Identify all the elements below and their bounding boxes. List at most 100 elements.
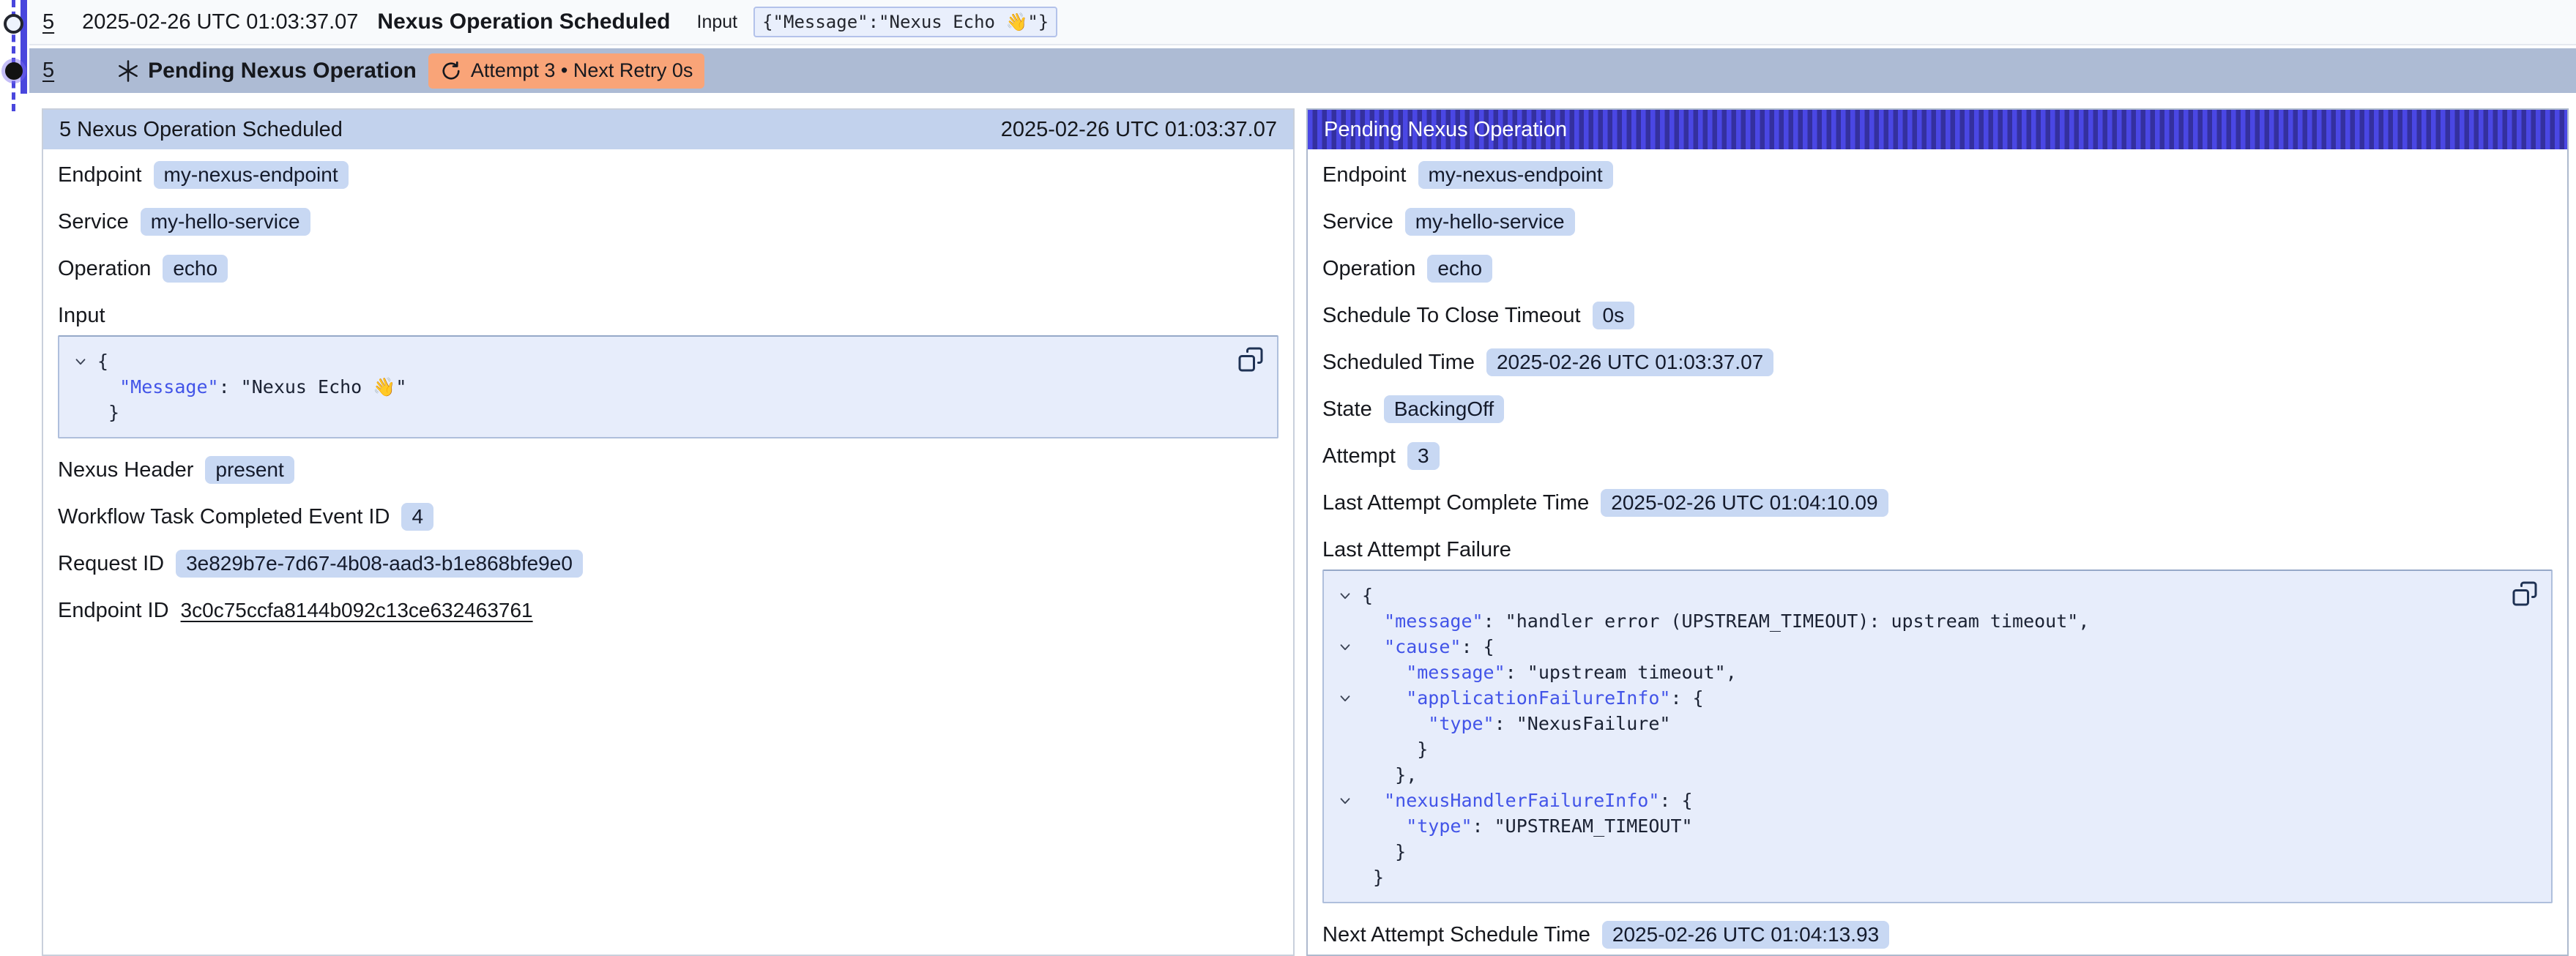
json-text: "message": "upstream timeout", [1362,660,1737,685]
gutter-spacer [1337,736,1362,762]
detail-field-row: Servicemy-hello-service [58,208,1278,236]
field-value-badge: present [205,456,294,484]
endpoint-id-link[interactable]: 3c0c75ccfa8144b092c13ce632463761 [181,599,533,622]
json-viewer: {"Message": "Nexus Echo 👋"} [58,335,1278,438]
detail-field-row: Servicemy-hello-service [1322,208,2553,236]
json-key: "applicationFailureInfo" [1406,687,1670,709]
json-viewer: {"message": "handler error (UPSTREAM_TIM… [1322,570,2553,903]
collapse-chevron-icon[interactable] [1337,583,1362,608]
gutter-spacer [1337,864,1362,890]
json-text: { [1362,583,1373,608]
json-line: "cause": { [1337,634,2538,660]
detail-field-row: Operation echo [58,255,1278,283]
field-label: Request ID [58,552,164,576]
timeline-node-scheduled [4,14,23,34]
detail-field-row: Next Attempt Schedule Time 2025-02-26 UTC… [1322,921,2553,949]
json-key: "nexusHandlerFailureInfo" [1384,790,1659,811]
detail-field-row: Scheduled Time 2025-02-26 UTC 01:03:37.07 [1322,348,2553,376]
field-label: Operation [58,257,151,281]
json-text: "applicationFailureInfo": { [1362,685,1704,711]
detail-field-row: Input [58,302,1278,329]
gutter-spacer [72,374,97,400]
field-label: Endpoint ID [58,599,169,623]
field-label: Workflow Task Completed Event ID [58,505,390,529]
timeline-node-pending [5,62,23,80]
field-label: Attempt [1322,444,1396,468]
detail-field-row: Endpoint my-nexus-endpoint [1322,161,2553,189]
retry-badge-text: Attempt 3 • Next Retry 0s [471,59,693,82]
json-text: "nexusHandlerFailureInfo": { [1362,788,1693,813]
json-line: "Message": "Nexus Echo 👋" [72,374,1264,400]
field-value-badge: BackingOff [1384,395,1504,423]
field-label: Last Attempt Failure [1322,538,1511,562]
json-line: "nexusHandlerFailureInfo": { [1337,788,2538,813]
event-title: Nexus Operation Scheduled [377,10,670,34]
event-history-row[interactable]: 5 2025-02-26 UTC 01:03:37.07 Nexus Opera… [29,0,2576,45]
field-value-badge: my-hello-service [141,208,310,236]
json-line: { [72,348,1264,374]
retry-icon [440,60,462,82]
event-detail-header: 5 Nexus Operation Scheduled 2025-02-26 U… [43,110,1293,149]
json-text: } [1362,864,1384,890]
field-label: Service [1322,210,1393,234]
detail-field-row: Last Attempt Complete Time 2025-02-26 UTC… [1322,489,2553,517]
field-value-badge: 4 [401,503,433,531]
gutter-spacer [1337,660,1362,685]
field-label: Last Attempt Complete Time [1322,491,1589,515]
field-value-badge: 2025-02-26 UTC 01:04:10.09 [1601,489,1888,517]
detail-field-row: Request ID 3e829b7e-7d67-4b08-aad3-b1e868… [58,550,1278,578]
timeline-active-bar [21,0,27,94]
json-key: "type" [1406,815,1472,837]
gutter-spacer [1337,813,1362,839]
field-label: Schedule To Close Timeout [1322,304,1581,328]
collapse-chevron-icon[interactable] [1337,634,1362,660]
detail-field-row: Last Attempt Failure [1322,536,2553,564]
field-value-badge: 2025-02-26 UTC 01:04:13.93 [1602,921,1889,949]
gutter-spacer [1337,762,1362,788]
gutter-spacer [72,400,97,425]
event-input-preview-chip: {"Message":"Nexus Echo 👋"} [753,7,1057,37]
collapse-chevron-icon[interactable] [72,348,97,374]
collapse-chevron-icon[interactable] [1337,685,1362,711]
field-label: Next Attempt Schedule Time [1322,923,1590,947]
pending-detail-fields: Endpoint my-nexus-endpoint Servicemy-hello… [1308,149,2567,949]
field-label: Operation [1322,257,1415,281]
json-line: } [1337,736,2538,762]
json-line: } [1337,864,2538,890]
detail-field-row: Schedule To Close Timeout 0s [1322,302,2553,329]
pending-title: Pending Nexus Operation [148,59,417,83]
json-line: "applicationFailureInfo": { [1337,685,2538,711]
pending-event-id-link[interactable]: 5 [42,59,54,83]
event-detail-panel: 5 Nexus Operation Scheduled 2025-02-26 U… [42,108,1295,956]
field-value-badge: 2025-02-26 UTC 01:03:37.07 [1486,348,1773,376]
json-line: "type": "UPSTREAM_TIMEOUT" [1337,813,2538,839]
field-label: Endpoint [1322,163,1407,187]
event-id-link[interactable]: 5 [42,10,54,34]
field-value-badge: 0s [1593,302,1635,329]
pending-detail-header: Pending Nexus Operation [1308,110,2567,149]
json-key: "message" [1384,610,1483,632]
collapse-chevron-icon[interactable] [1337,788,1362,813]
field-value-badge: echo [163,255,228,283]
pending-asterisk-icon [116,59,141,83]
json-text: } [1362,839,1406,864]
json-line: "message": "upstream timeout", [1337,660,2538,685]
field-value-badge: 3e829b7e-7d67-4b08-aad3-b1e868bfe9e0 [176,550,583,578]
json-line: }, [1337,762,2538,788]
retry-status-badge: Attempt 3 • Next Retry 0s [428,53,705,89]
event-detail-header-title: 5 Nexus Operation Scheduled [59,118,343,142]
field-label: Scheduled Time [1322,351,1475,375]
field-label: Input [58,304,105,328]
copy-icon[interactable] [1236,346,1265,375]
detail-field-row: Operationecho [1322,255,2553,283]
field-value-badge: my-nexus-endpoint [1418,161,1613,189]
field-label: State [1322,397,1372,422]
pending-operation-row[interactable]: 5 Pending Nexus Operation Attempt 3 • Ne… [29,48,2576,93]
detail-field-row: State BackingOff [1322,395,2553,423]
event-input-label: Input [697,12,738,33]
field-label: Endpoint [58,163,142,187]
json-text: "cause": { [1362,634,1494,660]
copy-icon[interactable] [2510,580,2539,609]
json-line: } [72,400,1264,425]
json-line: "type": "NexusFailure" [1337,711,2538,736]
